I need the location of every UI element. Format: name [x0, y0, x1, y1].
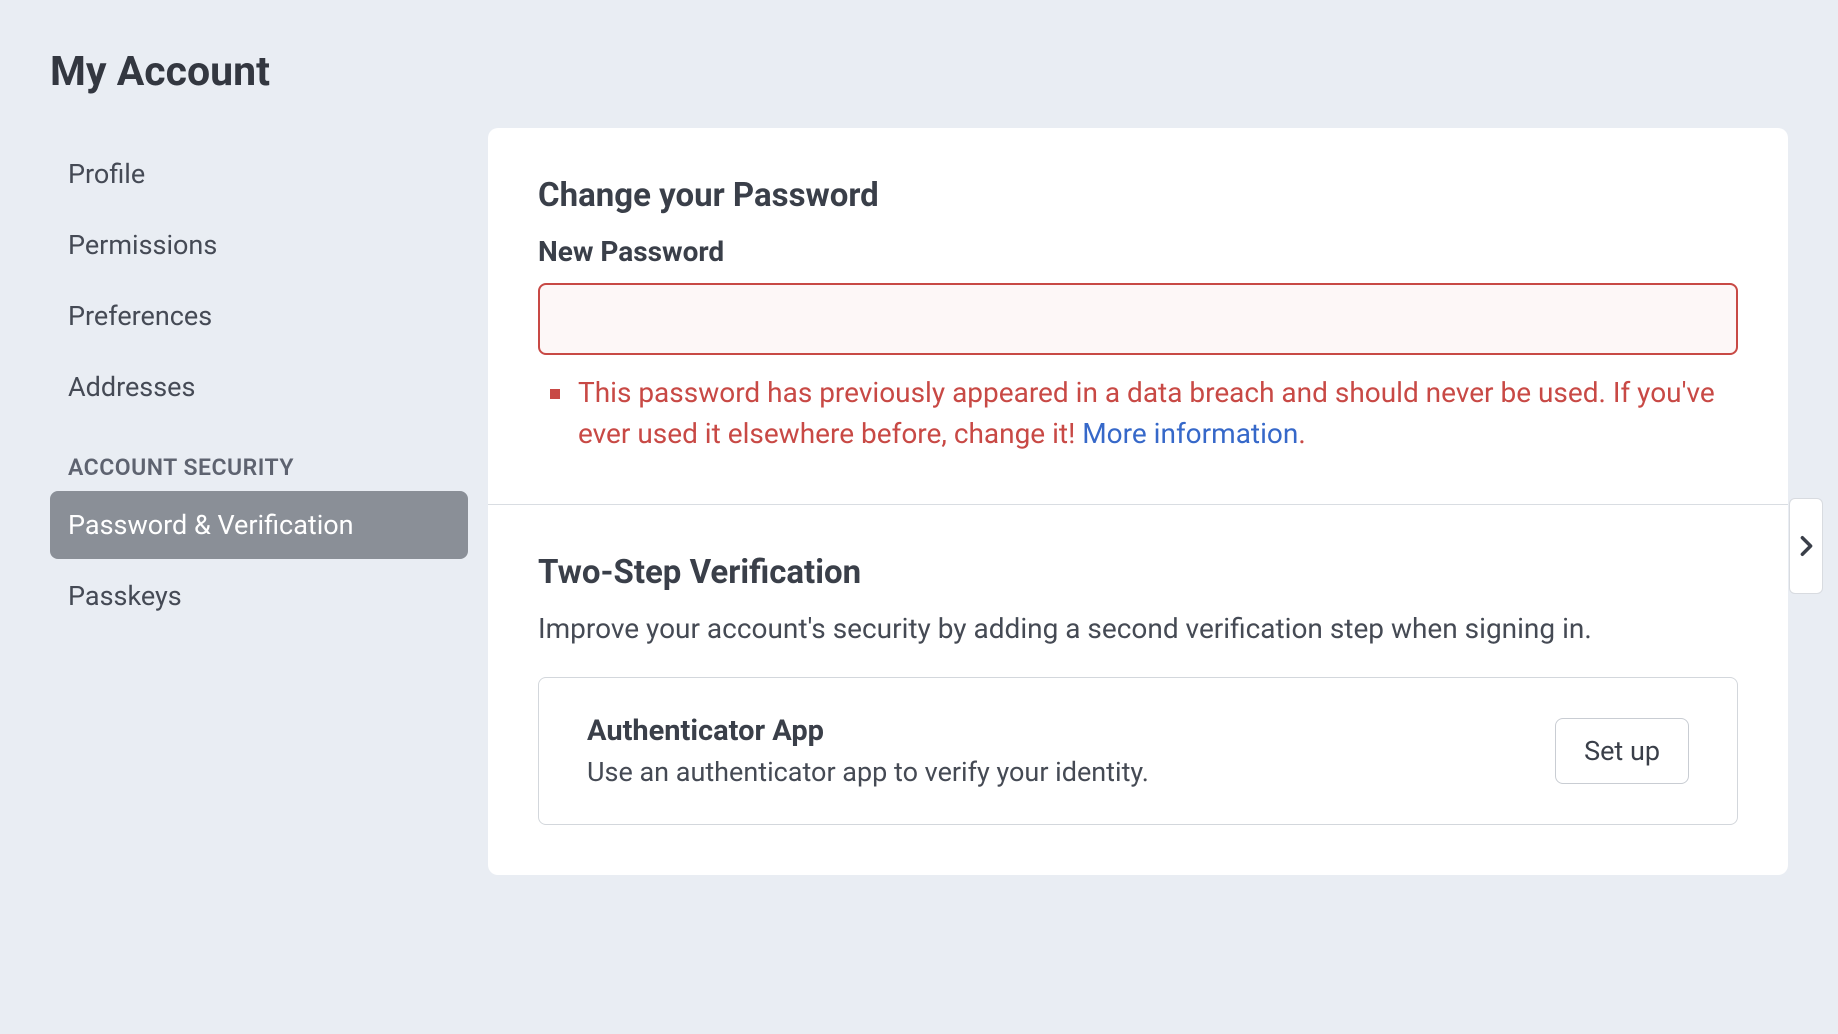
- authenticator-app-info: Authenticator App Use an authenticator a…: [587, 714, 1149, 788]
- new-password-label: New Password: [538, 235, 1738, 268]
- sidebar-item-addresses[interactable]: Addresses: [50, 353, 468, 421]
- sidebar-item-password-verification[interactable]: Password & Verification: [50, 491, 468, 559]
- main-card: Change your Password New Password This p…: [488, 128, 1788, 875]
- change-password-title: Change your Password: [538, 176, 1738, 215]
- two-step-section: Two-Step Verification Improve your accou…: [488, 505, 1788, 875]
- sidebar-section-header: ACCOUNT SECURITY: [50, 424, 468, 491]
- authenticator-app-subtitle: Use an authenticator app to verify your …: [587, 756, 1149, 788]
- setup-button[interactable]: Set up: [1555, 718, 1689, 784]
- sidebar-item-passkeys[interactable]: Passkeys: [50, 562, 468, 630]
- sidebar-item-preferences[interactable]: Preferences: [50, 282, 468, 350]
- two-step-title: Two-Step Verification: [538, 553, 1738, 592]
- password-error-trailing: .: [1298, 417, 1305, 450]
- two-step-description: Improve your account's security by addin…: [538, 612, 1738, 645]
- sidebar: Profile Permissions Preferences Addresse…: [50, 128, 468, 875]
- chevron-right-icon: [1799, 535, 1814, 557]
- sidebar-item-profile[interactable]: Profile: [50, 140, 468, 208]
- password-error-list: This password has previously appeared in…: [538, 373, 1738, 454]
- password-error-item: This password has previously appeared in…: [578, 373, 1738, 454]
- more-information-link[interactable]: More information: [1082, 417, 1298, 450]
- side-expand-button[interactable]: [1789, 498, 1823, 594]
- sidebar-item-permissions[interactable]: Permissions: [50, 211, 468, 279]
- authenticator-app-title: Authenticator App: [587, 714, 1149, 748]
- page-title: My Account: [50, 48, 1788, 96]
- authenticator-app-card: Authenticator App Use an authenticator a…: [538, 677, 1738, 825]
- change-password-section: Change your Password New Password This p…: [488, 128, 1788, 505]
- new-password-input[interactable]: [538, 283, 1738, 355]
